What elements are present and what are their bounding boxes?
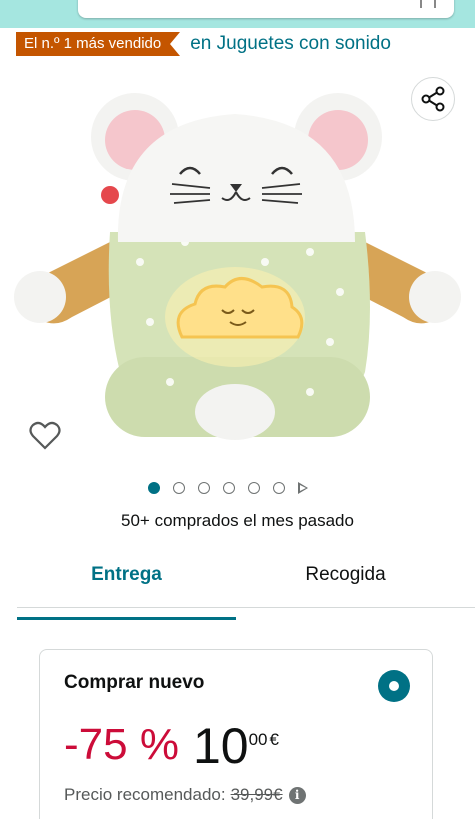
carousel-dot[interactable] xyxy=(173,482,185,494)
share-icon xyxy=(421,86,445,112)
mic-icon[interactable] xyxy=(420,0,436,8)
price-whole: 10 xyxy=(192,718,249,774)
bought-last-month-text: 50+ comprados el mes pasado xyxy=(121,511,354,530)
share-button[interactable] xyxy=(411,77,455,121)
product-image[interactable] xyxy=(10,82,465,452)
carousel-dot[interactable] xyxy=(273,482,285,494)
carousel-dot[interactable] xyxy=(148,482,160,494)
carousel-dot[interactable] xyxy=(198,482,210,494)
wishlist-button[interactable] xyxy=(28,420,62,452)
info-icon[interactable]: i xyxy=(288,786,306,804)
discount-percent: -75 % xyxy=(64,720,179,769)
bestseller-category-link[interactable]: en Juguetes con sonido xyxy=(190,32,391,56)
play-icon[interactable] xyxy=(298,482,308,494)
price-currency: € xyxy=(269,730,279,749)
bestseller-row: El n.º 1 más vendido en Juguetes con son… xyxy=(16,32,391,56)
carousel-dot[interactable] xyxy=(223,482,235,494)
buy-new-card[interactable]: Comprar nuevo -75 % 10 00 € Precio recom… xyxy=(39,649,433,819)
price-row: -75 % 10 00 € xyxy=(64,718,279,774)
buy-new-title: Comprar nuevo xyxy=(64,672,205,693)
recommended-price-value: 39,99€ xyxy=(230,785,283,804)
header-bar xyxy=(0,0,475,28)
carousel-dots[interactable] xyxy=(148,482,308,494)
recommended-price-row: Precio recomendado: 39,99€ i xyxy=(64,785,306,805)
carousel-dot[interactable] xyxy=(248,482,260,494)
search-input[interactable] xyxy=(78,0,454,18)
delivery-tabs: Entrega Recogida xyxy=(17,556,475,620)
price-fraction: 00 xyxy=(248,730,268,749)
tab-recogida[interactable]: Recogida xyxy=(236,556,455,607)
bestseller-badge[interactable]: El n.º 1 más vendido xyxy=(16,32,181,56)
buy-new-radio[interactable] xyxy=(378,670,410,702)
recommended-price-label: Precio recomendado: xyxy=(64,785,226,804)
tab-entrega[interactable]: Entrega xyxy=(17,556,236,620)
heart-icon xyxy=(29,421,61,450)
